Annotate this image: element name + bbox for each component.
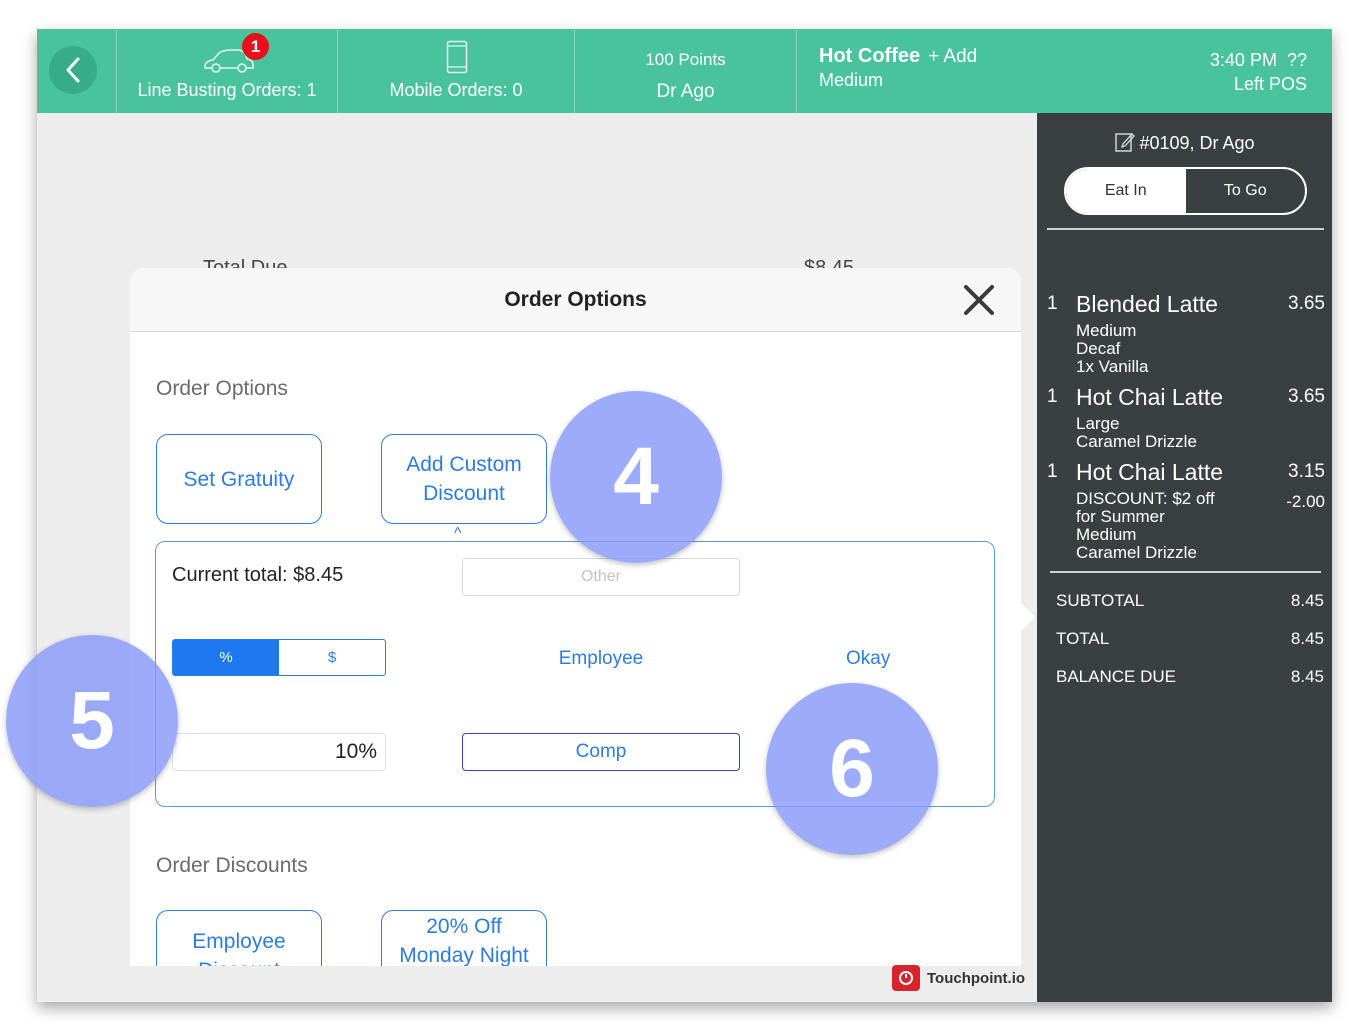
line-name: Hot Chai Latte bbox=[1076, 384, 1224, 410]
customer-points[interactable]: 100 Points Dr Ago bbox=[575, 29, 797, 113]
modifier: Medium bbox=[1076, 321, 1137, 340]
customer-name: Dr Ago bbox=[656, 81, 715, 102]
line-name: Hot Chai Latte bbox=[1076, 459, 1224, 485]
mobile-orders-label: Mobile Orders: 0 bbox=[389, 80, 523, 100]
notification-badge: 1 bbox=[242, 33, 269, 60]
line-name: Blended Latte bbox=[1076, 291, 1218, 317]
comp-button[interactable]: Comp bbox=[462, 733, 740, 771]
mobile-orders[interactable]: Mobile Orders: 0 bbox=[338, 29, 575, 113]
line-price: 3.65 bbox=[1288, 293, 1325, 314]
pos-status: Left POS bbox=[1233, 74, 1307, 94]
modifier: Caramel Drizzle bbox=[1076, 432, 1197, 451]
line-qty: 1 bbox=[1047, 386, 1058, 407]
current-item-size: Medium bbox=[819, 70, 884, 90]
line-modifiers: Medium Decaf 1x Vanilla bbox=[1076, 322, 1148, 376]
employee-discount-label-2: Discount bbox=[198, 956, 280, 966]
set-gratuity-button[interactable]: Set Gratuity bbox=[156, 434, 322, 524]
top-bar: 1 Line Busting Orders: 1 Mobile Orders: … bbox=[37, 29, 1332, 113]
current-item[interactable]: Hot Coffee + Add Medium bbox=[819, 45, 977, 91]
chevron-left-icon bbox=[66, 57, 80, 83]
modifier: Decaf bbox=[1076, 339, 1121, 358]
divider bbox=[1050, 571, 1321, 573]
to-go-option[interactable]: To Go bbox=[1186, 169, 1306, 213]
employee-discount-label-1: Employee bbox=[192, 930, 286, 953]
close-button[interactable] bbox=[959, 280, 999, 320]
monday-label-1: 20% Off bbox=[426, 915, 502, 938]
modifier: Large bbox=[1076, 414, 1120, 433]
set-gratuity-label: Set Gratuity bbox=[183, 467, 295, 491]
brand-name: Touchpoint.io bbox=[927, 969, 1026, 987]
subtotal-row: SUBTOTAL 8.45 bbox=[1056, 591, 1324, 611]
subtotal-label: SUBTOTAL bbox=[1056, 591, 1145, 610]
line-busting-orders[interactable]: 1 Line Busting Orders: 1 bbox=[117, 29, 338, 113]
eat-in-option[interactable]: Eat In bbox=[1066, 169, 1186, 213]
balance-due-value: 8.45 bbox=[1290, 667, 1324, 686]
touchpoint-logo: Touchpoint.io bbox=[892, 965, 1025, 991]
monday-night-discount-button[interactable]: 20% Off Monday Night bbox=[381, 910, 547, 966]
line-modifiers: DISCOUNT: $2 off for Summer Medium Caram… bbox=[1076, 490, 1215, 562]
balance-due-row: BALANCE DUE 8.45 bbox=[1056, 667, 1324, 687]
line-modifiers: Large Caramel Drizzle bbox=[1076, 415, 1197, 451]
order-options-heading: Order Options bbox=[156, 377, 288, 400]
other-input[interactable]: Other bbox=[462, 558, 740, 596]
order-number-label: #0109, Dr Ago bbox=[1139, 133, 1255, 153]
order-discounts-heading: Order Discounts bbox=[156, 854, 308, 877]
modal-header: Order Options bbox=[130, 268, 1021, 332]
line-qty: 1 bbox=[1047, 293, 1058, 314]
modifier: for Summer bbox=[1076, 507, 1165, 526]
back-cell bbox=[37, 29, 117, 113]
phone-icon bbox=[446, 40, 468, 74]
total-label: TOTAL bbox=[1056, 629, 1110, 648]
modifier: Caramel Drizzle bbox=[1076, 543, 1197, 562]
employee-button[interactable]: Employee bbox=[462, 648, 740, 670]
callout-6: 6 bbox=[766, 683, 938, 855]
points-value: 100 Points bbox=[645, 50, 726, 69]
divider bbox=[1047, 228, 1324, 230]
callout-4: 4 bbox=[550, 391, 722, 563]
current-total: Current total: $8.45 bbox=[172, 564, 344, 586]
popover-arrow bbox=[1021, 603, 1035, 631]
clock-time: 3:40 PM bbox=[1209, 50, 1277, 70]
modifier: Medium bbox=[1076, 525, 1137, 544]
add-custom-discount-button[interactable]: Add Custom Discount bbox=[381, 434, 547, 524]
percent-option[interactable]: % bbox=[173, 640, 279, 675]
percent-input[interactable]: 10% bbox=[172, 733, 386, 771]
add-modifier-link[interactable]: + Add bbox=[928, 46, 977, 67]
back-button[interactable] bbox=[49, 46, 97, 94]
close-icon bbox=[964, 285, 994, 315]
subtotal-value: 8.45 bbox=[1290, 591, 1324, 610]
total-row: TOTAL 8.45 bbox=[1056, 629, 1324, 649]
callout-5: 5 bbox=[6, 635, 178, 807]
add-custom-discount-label-2: Discount bbox=[423, 482, 505, 505]
clock-status: 3:40 PM ?? Left POS bbox=[1210, 48, 1307, 96]
modal-title: Order Options bbox=[504, 288, 647, 311]
discount-type-toggle: % $ bbox=[172, 639, 386, 676]
total-value: 8.45 bbox=[1290, 629, 1324, 648]
edit-note-icon bbox=[1115, 133, 1136, 152]
line-discount: -2.00 bbox=[1286, 492, 1325, 511]
modifier: DISCOUNT: $2 off bbox=[1076, 489, 1215, 508]
order-number[interactable]: #0109, Dr Ago bbox=[1037, 131, 1332, 154]
employee-discount-button[interactable]: Employee Discount bbox=[156, 910, 322, 966]
clock-logo-icon bbox=[892, 965, 920, 991]
line-price: 3.65 bbox=[1288, 386, 1325, 407]
dining-option-toggle: Eat In To Go bbox=[1064, 167, 1307, 215]
current-item-name: Hot Coffee bbox=[819, 45, 921, 67]
modifier: 1x Vanilla bbox=[1076, 357, 1149, 376]
line-qty: 1 bbox=[1047, 461, 1058, 482]
line-price: 3.15 bbox=[1288, 461, 1325, 482]
dollar-option[interactable]: $ bbox=[279, 640, 385, 675]
monday-label-2: Monday Night bbox=[399, 944, 529, 966]
order-options-modal: Order Options Order Options Set Gratuity… bbox=[130, 268, 1021, 966]
order-sidebar: #0109, Dr Ago Eat In To Go 1 Blended Lat… bbox=[1037, 113, 1332, 1002]
clock-suffix: ?? bbox=[1286, 50, 1307, 70]
balance-due-label: BALANCE DUE bbox=[1056, 667, 1176, 686]
okay-button[interactable]: Okay bbox=[846, 648, 890, 670]
add-custom-discount-label-1: Add Custom bbox=[406, 453, 522, 476]
line-busting-label: Line Busting Orders: 1 bbox=[137, 80, 317, 100]
